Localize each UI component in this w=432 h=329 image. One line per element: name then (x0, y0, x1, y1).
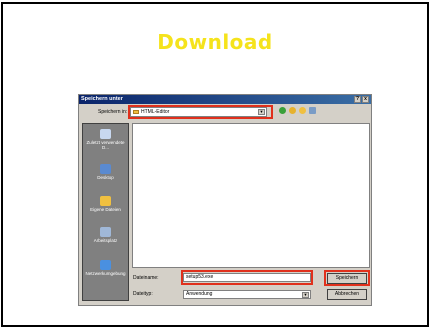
up-folder-icon[interactable] (289, 107, 296, 114)
place-network[interactable]: Netzwerkumgebung (83, 260, 128, 276)
place-recent[interactable]: Zuletzt verwendete D... (83, 129, 128, 150)
save-in-label: Speichern in: (98, 109, 128, 115)
place-label: Arbeitsplatz (93, 238, 118, 243)
places-bar: Zuletzt verwendete D... Desktop Eigene D… (82, 123, 129, 301)
view-menu-icon[interactable] (309, 107, 316, 114)
file-list[interactable] (132, 123, 370, 268)
highlight-filename (181, 270, 313, 285)
filetype-value: Anwendung (186, 291, 213, 297)
slide: Download Speichern unter ? x Speichern i… (1, 2, 429, 327)
recent-documents-icon (100, 129, 111, 139)
desktop-icon (100, 164, 111, 174)
save-as-dialog: Speichern unter ? x Speichern in: HTML-E… (78, 94, 372, 306)
my-computer-icon (100, 227, 111, 237)
dialog-titlebar[interactable]: Speichern unter ? x (79, 95, 371, 104)
place-label: Netzwerkumgebung (85, 271, 126, 276)
help-button[interactable]: ? (354, 96, 361, 103)
cancel-button[interactable]: Abbrechen (327, 289, 367, 300)
highlight-folder (128, 105, 273, 119)
highlight-save (324, 270, 370, 286)
place-my-computer[interactable]: Arbeitsplatz (83, 227, 128, 243)
my-documents-icon (100, 196, 111, 206)
dialog-toolbar (279, 107, 316, 114)
filetype-combo[interactable]: Anwendung ▼ (183, 290, 311, 299)
filename-label: Dateiname: (133, 275, 159, 281)
close-button[interactable]: x (362, 96, 369, 103)
new-folder-icon[interactable] (299, 107, 306, 114)
slide-title: Download (157, 30, 273, 54)
filetype-label: Dateityp: (133, 291, 153, 297)
place-label: Desktop (97, 175, 114, 180)
dialog-title: Speichern unter (81, 96, 123, 102)
place-my-documents[interactable]: Eigene Dateien (83, 196, 128, 212)
place-label: Eigene Dateien (90, 207, 121, 212)
place-label: Zuletzt verwendete D... (86, 140, 125, 150)
back-icon[interactable] (279, 107, 286, 114)
place-desktop[interactable]: Desktop (83, 164, 128, 180)
network-places-icon (100, 260, 111, 270)
chevron-down-icon[interactable]: ▼ (302, 292, 309, 298)
